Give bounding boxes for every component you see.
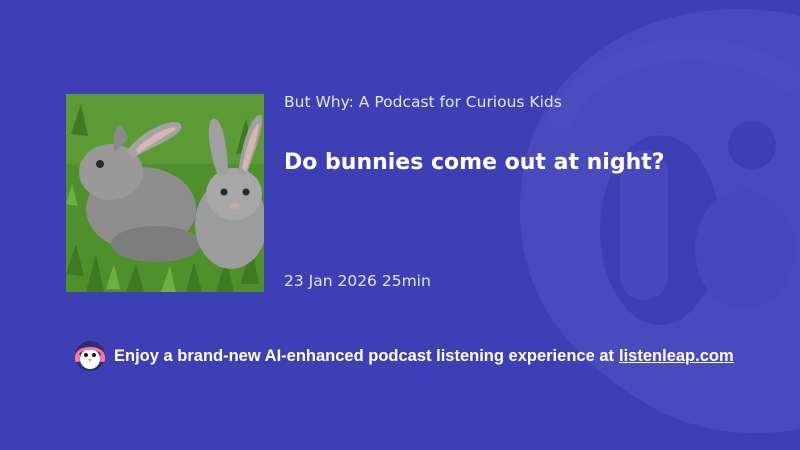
episode-duration: 25min <box>381 272 431 290</box>
penguin-headphones-icon <box>75 341 105 371</box>
episode-meta: 23 Jan 2026 25min <box>284 272 431 290</box>
podcast-name[interactable]: But Why: A Podcast for Curious Kids <box>284 93 562 111</box>
promo-text: Enjoy a brand-new AI-enhanced podcast li… <box>114 346 615 365</box>
promo-banner: Enjoy a brand-new AI-enhanced podcast li… <box>74 340 734 372</box>
listenleap-link[interactable]: listenleap.com <box>619 347 734 366</box>
episode-cover-image <box>66 94 264 292</box>
episode-title[interactable]: Do bunnies come out at night? <box>284 150 665 175</box>
episode-date: 23 Jan 2026 <box>284 272 377 290</box>
